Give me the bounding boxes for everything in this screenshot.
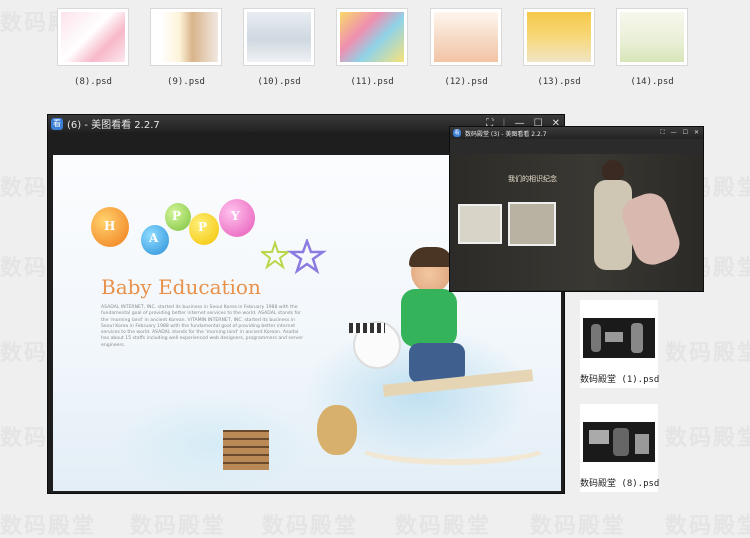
thumbnail-image [57, 8, 129, 66]
image-viewer-window-2: 看 数码殿堂 (3) - 美图看看 2.2.7 ⛶ — ☐ ✕ 我们的相识纪念 [449, 126, 704, 292]
photo-frame [508, 202, 556, 246]
rocking-horse-mane [349, 323, 385, 333]
thumbnail-image [430, 8, 502, 66]
thumbnail-caption: (14).psd [630, 77, 674, 87]
thumbnail-image [583, 318, 655, 358]
file-thumbnail[interactable]: (9).psd [148, 8, 224, 87]
thumbnail-image [336, 8, 408, 66]
file-thumbnail[interactable]: (13).psd [521, 8, 597, 87]
thumbnail-image [150, 8, 222, 66]
balloon-letter: H [104, 219, 116, 233]
close-icon[interactable]: ✕ [694, 128, 699, 138]
rocking-horse-base [353, 425, 553, 465]
balloon-letter: P [198, 220, 208, 234]
photo-canvas: 我们的相识纪念 [452, 154, 703, 290]
teddy-bear [317, 405, 357, 455]
photo-body-text: ASADAL INTERNET, INC. started its busine… [101, 305, 303, 348]
thumbnail-caption: (13).psd [537, 77, 581, 87]
side-file-item[interactable]: 数码殿堂 (8).psd [580, 404, 660, 492]
books-basket [223, 430, 269, 470]
app-icon: 看 [51, 117, 63, 130]
thumbnail-caption: (9).psd [167, 77, 205, 87]
maximize-icon[interactable]: ☐ [683, 128, 688, 138]
file-thumbnail[interactable]: (11).psd [334, 8, 410, 87]
thumbnail-image [243, 8, 315, 66]
window-title: 数码殿堂 (3) - 美图看看 2.2.7 [465, 130, 547, 138]
title-bar[interactable]: 看 数码殿堂 (3) - 美图看看 2.2.7 ⛶ — ☐ ✕ [450, 127, 703, 139]
couple-figure [602, 160, 624, 182]
thumbnail-caption: 数码殿堂 (1).psd [580, 375, 660, 385]
side-file-item[interactable]: 数码殿堂 (1).psd [580, 300, 660, 388]
balloon-letter: A [149, 231, 159, 245]
balloon-letter: Y [231, 209, 240, 223]
thumbnail-caption: (8).psd [74, 77, 112, 87]
minimize-icon[interactable]: — [671, 128, 677, 138]
balloon-letter: P [172, 209, 182, 223]
file-thumbnail[interactable]: (8).psd [55, 8, 131, 87]
watermark-text: 数码殿堂 [665, 335, 750, 367]
photo-frame [458, 204, 502, 244]
watermark-text: 数码殿堂 [665, 508, 750, 538]
photo-caption: 我们的相识纪念 [508, 175, 557, 183]
thumbnail-image [616, 8, 688, 66]
thumbnail-caption: 数码殿堂 (8).psd [580, 479, 660, 489]
watermark-text: 数码殿堂 [665, 420, 750, 452]
thumbnail-image [583, 422, 655, 462]
watermark-text: 数码殿堂 [530, 508, 626, 538]
watercolor-splash [113, 395, 313, 491]
file-thumbnail[interactable]: (10).psd [241, 8, 317, 87]
file-thumbnail[interactable]: (14).psd [614, 8, 690, 87]
watermark-text: 数码殿堂 [0, 508, 96, 538]
fullscreen-icon[interactable]: ⛶ [660, 128, 664, 138]
watermark-text: 数码殿堂 [395, 508, 491, 538]
child-hair [409, 247, 453, 267]
app-icon: 看 [453, 129, 461, 137]
stars-decoration [261, 239, 327, 275]
window-title: (6) - 美图看看 2.2.7 [67, 120, 160, 131]
watermark-text: 数码殿堂 [262, 508, 358, 538]
watermark-text: 数码殿堂 [130, 508, 226, 538]
thumbnail-caption: (12).psd [444, 77, 488, 87]
child-shirt [401, 289, 457, 347]
thumbnail-strip: (8).psd (9).psd (10).psd (11).psd (12).p… [0, 0, 750, 110]
photo-heading: Baby Education [101, 275, 261, 299]
thumbnail-image [523, 8, 595, 66]
thumbnail-caption: (10).psd [257, 77, 301, 87]
file-thumbnail[interactable]: (12).psd [428, 8, 504, 87]
thumbnail-caption: (11).psd [350, 77, 394, 87]
